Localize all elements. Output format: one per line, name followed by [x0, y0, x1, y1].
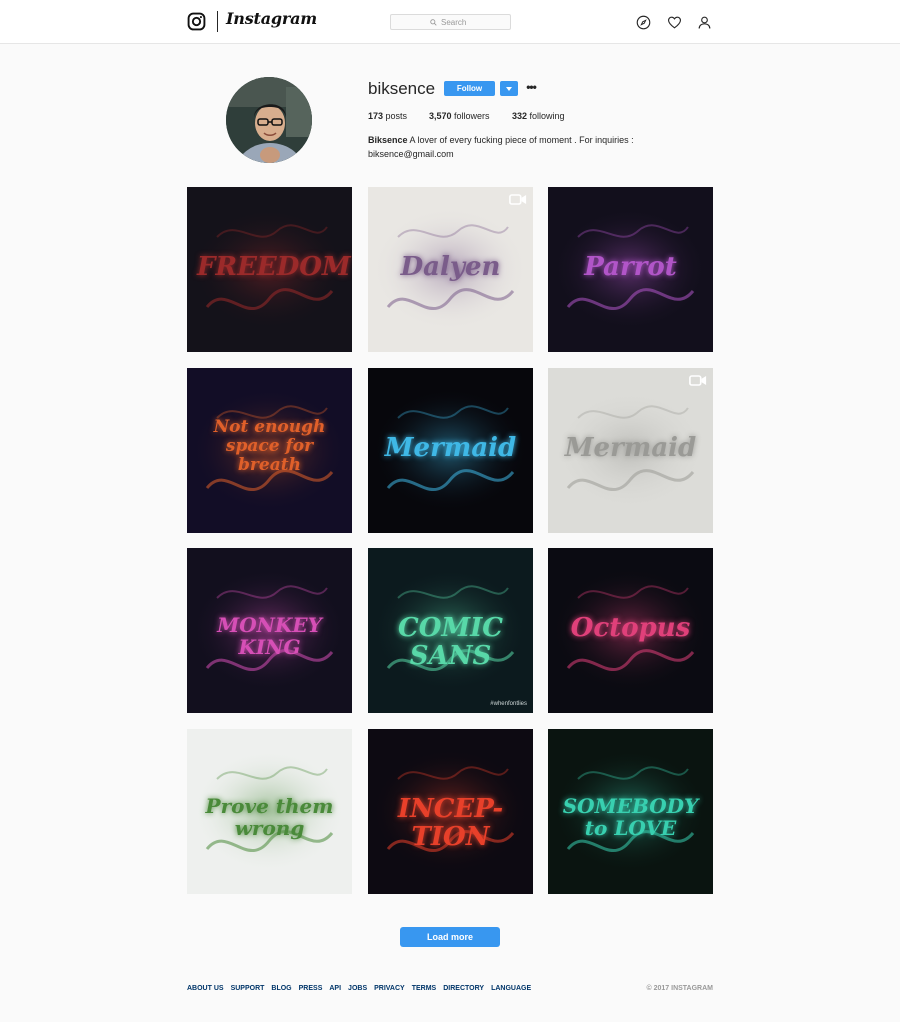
footer-link[interactable]: JOBS — [348, 985, 367, 992]
posts-stat: 173 posts — [368, 111, 407, 121]
footer-link[interactable]: ABOUT US — [187, 985, 224, 992]
post-lettering: COMIC SANS — [398, 613, 503, 671]
followers-stat[interactable]: 3,570 followers — [429, 111, 490, 121]
video-icon — [689, 375, 707, 386]
posts-label: posts — [383, 111, 408, 121]
profile-avatar — [226, 77, 312, 163]
top-navigation-bar: Instagram — [0, 0, 900, 44]
footer-link[interactable]: PRESS — [299, 985, 323, 992]
post-thumbnail[interactable]: Mermaid — [368, 368, 533, 533]
profile-username: biksence — [368, 79, 436, 98]
compass-icon[interactable] — [636, 15, 651, 30]
footer-links: ABOUT US SUPPORT BLOG PRESS API JOBS PRIVACY TE… — [187, 985, 538, 992]
suggestions-dropdown-button[interactable] — [500, 81, 518, 96]
post-thumbnail[interactable]: INCEP-TION — [368, 729, 533, 894]
load-more-button[interactable]: Load more — [400, 927, 500, 947]
post-thumbnail[interactable]: Dalyen — [368, 187, 533, 352]
post-thumbnail[interactable]: SOMEBODY to LOVE — [548, 729, 713, 894]
post-lettering: Not enough space for breath — [213, 417, 326, 475]
chevron-down-icon — [506, 86, 512, 91]
copyright: © 2017 INSTAGRAM — [646, 985, 714, 992]
post-thumbnail[interactable]: Parrot — [548, 187, 713, 352]
video-icon — [509, 194, 527, 205]
post-thumbnail[interactable]: MONKEY KING — [187, 548, 352, 713]
followers-count: 3,570 — [429, 111, 452, 121]
posts-count: 173 — [368, 111, 384, 121]
search-input[interactable] — [441, 17, 471, 27]
post-thumbnail[interactable]: COMIC SANS #whenfontlies — [368, 548, 533, 713]
post-lettering: INCEP-TION — [397, 794, 504, 852]
following-label: following — [527, 111, 565, 121]
bio-email: biksence@gmail.com — [368, 148, 454, 159]
instagram-wordmark[interactable]: Instagram — [226, 9, 317, 28]
post-lettering: FREEDOM — [197, 252, 351, 282]
post-lettering: SOMEBODY to LOVE — [562, 794, 699, 840]
profile-icon[interactable] — [697, 15, 712, 30]
more-options-button[interactable]: ••• — [525, 80, 537, 95]
footer-link[interactable]: BLOG — [271, 985, 291, 992]
post-hashtag: #whenfontlies — [490, 701, 527, 707]
heart-icon[interactable] — [667, 15, 682, 30]
footer-link[interactable]: SUPPORT — [231, 985, 265, 992]
post-thumbnail[interactable]: Not enough space for breath — [187, 368, 352, 533]
post-thumbnail[interactable]: Prove them wrong — [187, 729, 352, 894]
post-lettering: Parrot — [584, 252, 677, 282]
following-stat[interactable]: 332 following — [512, 111, 565, 121]
post-thumbnail[interactable]: Octopus — [548, 548, 713, 713]
search-icon — [430, 18, 437, 26]
following-count: 332 — [512, 111, 528, 121]
profile-bio: Biksence A lover of every fucking piece … — [368, 134, 643, 161]
search-box[interactable] — [390, 14, 511, 30]
post-lettering: Prove them wrong — [205, 794, 334, 840]
footer-link[interactable]: PRIVACY — [374, 985, 405, 992]
footer-link[interactable]: LANGUAGE — [491, 985, 531, 992]
post-lettering: Dalyen — [400, 252, 501, 282]
post-lettering: MONKEY KING — [217, 613, 322, 659]
post-lettering: Octopus — [570, 613, 691, 643]
follow-button[interactable]: Follow — [444, 81, 495, 96]
footer-link[interactable]: API — [329, 985, 341, 992]
bio-text: A lover of every fucking piece of moment… — [407, 135, 634, 145]
logo-divider — [217, 11, 218, 32]
bio-name: Biksence — [368, 135, 408, 145]
post-thumbnail[interactable]: FREEDOM — [187, 187, 352, 352]
post-thumbnail[interactable]: Mermaid — [548, 368, 713, 533]
followers-label: followers — [451, 111, 490, 121]
footer-link[interactable]: DIRECTORY — [443, 985, 484, 992]
avatar-photo — [226, 77, 312, 163]
instagram-logo-icon[interactable] — [187, 12, 206, 31]
footer-link[interactable]: TERMS — [412, 985, 437, 992]
post-lettering: Mermaid — [564, 433, 697, 463]
post-lettering: Mermaid — [384, 433, 517, 463]
